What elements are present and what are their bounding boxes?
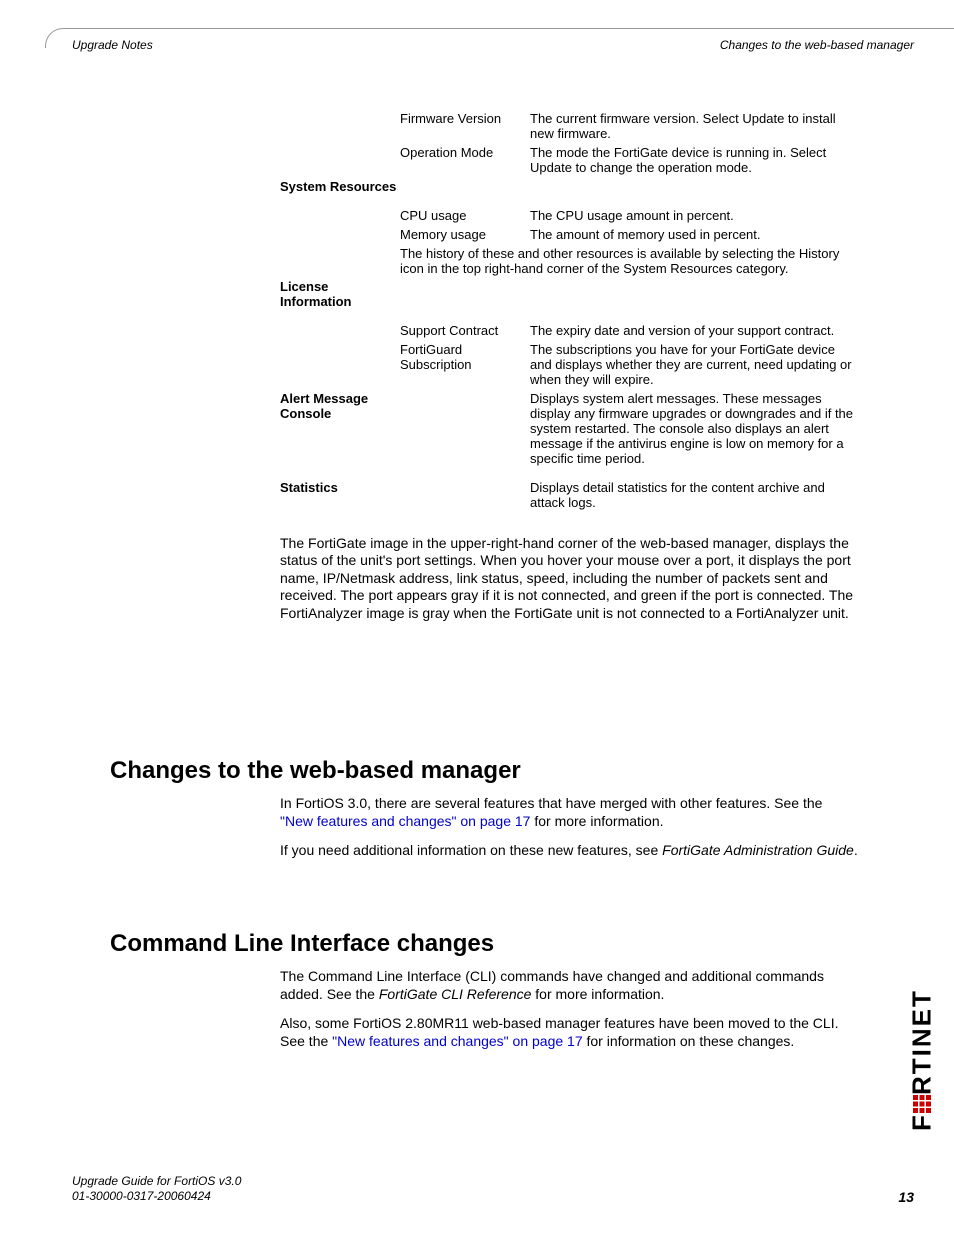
table-row: Alert Message Console Displays system al…: [280, 390, 859, 469]
table-row: The history of these and other resources…: [280, 245, 859, 279]
desc-cpu-usage: The CPU usage amount in percent.: [530, 207, 859, 226]
desc-firmware-version: The current firmware version. Select Upd…: [530, 110, 859, 144]
fortinet-logo: FRTINET: [908, 960, 936, 1160]
page-footer: Upgrade Guide for FortiOS v3.0 01-30000-…: [72, 1174, 914, 1205]
link-new-features-2[interactable]: "New features and changes" on page 17: [332, 1033, 582, 1049]
footer-docid: 01-30000-0317-20060424: [72, 1189, 241, 1205]
link-new-features-1[interactable]: "New features and changes" on page 17: [280, 813, 530, 829]
footer-title: Upgrade Guide for FortiOS v3.0: [72, 1174, 241, 1190]
table-row: Firmware Version The current firmware ve…: [280, 110, 859, 144]
desc-statistics: Displays detail statistics for the conte…: [530, 479, 859, 513]
desc-alert-console: Displays system alert messages. These me…: [530, 390, 859, 469]
heading-alert-console: Alert Message Console: [280, 390, 400, 469]
section1-p1: In FortiOS 3.0, there are several featur…: [280, 795, 859, 830]
section2-p2: Also, some FortiOS 2.80MR11 web-based ma…: [280, 1015, 859, 1050]
page-number: 13: [898, 1189, 914, 1205]
text: If you need additional information on th…: [280, 842, 662, 858]
history-note: The history of these and other resources…: [400, 245, 859, 279]
table-row: Memory usage The amount of memory used i…: [280, 226, 859, 245]
label-fortiguard: FortiGuard Subscription: [400, 341, 530, 390]
table-row: Operation Mode The mode the FortiGate de…: [280, 144, 859, 178]
label-memory-usage: Memory usage: [400, 226, 530, 245]
desc-support-contract: The expiry date and version of your supp…: [530, 322, 859, 341]
table-row: Statistics Displays detail statistics fo…: [280, 479, 859, 513]
section2-p1: The Command Line Interface (CLI) command…: [280, 968, 859, 1003]
heading-web-manager-changes: Changes to the web-based manager: [110, 757, 521, 785]
table-row: CPU usage The CPU usage amount in percen…: [280, 207, 859, 226]
label-cpu-usage: CPU usage: [400, 207, 530, 226]
header-right: Changes to the web-based manager: [720, 38, 914, 52]
heading-system-resources: System Resources: [280, 178, 400, 197]
text: for information on these changes.: [583, 1033, 795, 1049]
desc-fortiguard: The subscriptions you have for your Fort…: [530, 341, 859, 390]
table-row: Support Contract The expiry date and ver…: [280, 322, 859, 341]
heading-statistics: Statistics: [280, 479, 400, 513]
label-support-contract: Support Contract: [400, 322, 530, 341]
header-left: Upgrade Notes: [72, 38, 153, 52]
table-row: FortiGuard Subscription The subscription…: [280, 341, 859, 390]
emphasis-fortigate-admin-guide: FortiGate Administration Guide: [662, 842, 854, 858]
heading-license-info: License Information: [280, 278, 400, 312]
desc-operation-mode: The mode the FortiGate device is running…: [530, 144, 859, 178]
text: for more information.: [531, 986, 664, 1002]
text: .: [854, 842, 858, 858]
post-table-paragraph: The FortiGate image in the upper-right-h…: [280, 535, 859, 623]
section1-p2: If you need additional information on th…: [280, 842, 859, 860]
label-operation-mode: Operation Mode: [400, 144, 530, 178]
table-row: System Resources: [280, 178, 859, 197]
emphasis-cli-reference: FortiGate CLI Reference: [379, 986, 532, 1002]
text: for more information.: [530, 813, 663, 829]
definitions-table: Firmware Version The current firmware ve…: [280, 110, 859, 513]
table-row: License Information: [280, 278, 859, 312]
desc-memory-usage: The amount of memory used in percent.: [530, 226, 859, 245]
label-firmware-version: Firmware Version: [400, 110, 530, 144]
page-header: Upgrade Notes Changes to the web-based m…: [72, 38, 914, 52]
heading-cli-changes: Command Line Interface changes: [110, 930, 494, 958]
text: In FortiOS 3.0, there are several featur…: [280, 795, 822, 811]
